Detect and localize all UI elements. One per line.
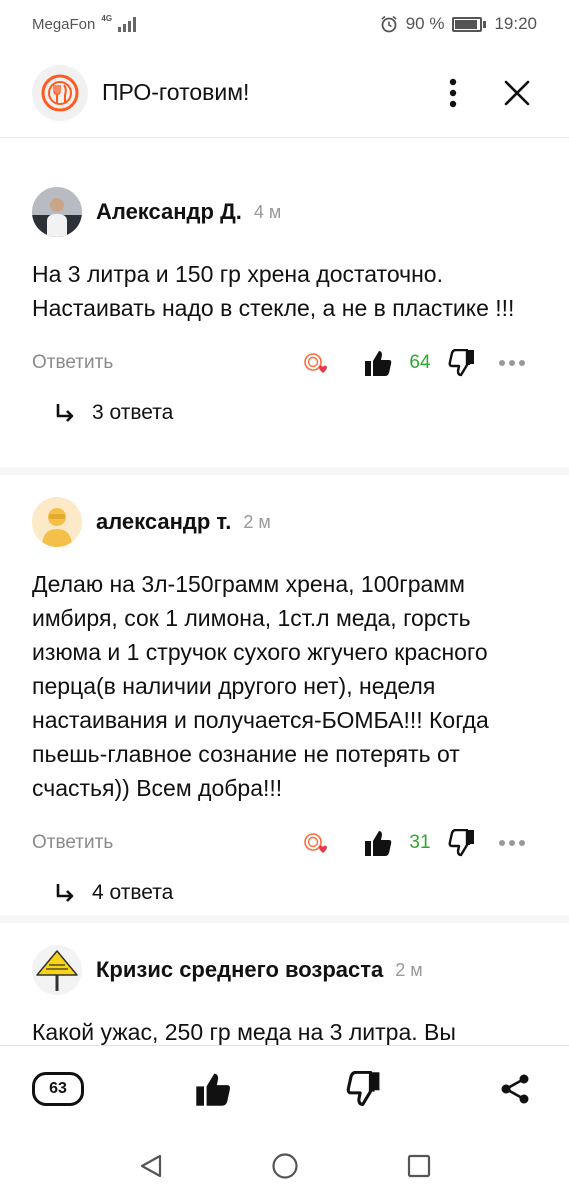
previous-comment-actions	[376, 139, 496, 145]
replies-link[interactable]: 3 ответа	[0, 393, 569, 433]
like-count: 64	[409, 352, 431, 373]
recents-icon[interactable]	[397, 1144, 441, 1188]
network-type: 4G	[101, 13, 113, 23]
more-icon[interactable]	[494, 825, 530, 861]
avatar[interactable]	[32, 187, 82, 237]
alarm-icon	[381, 15, 397, 33]
comments-feed[interactable]: Александр Д. 4 м На 3 литра и 150 гр хре…	[0, 139, 569, 1045]
reaction-icon[interactable]	[298, 825, 334, 861]
comments-count: 63	[49, 1079, 67, 1097]
comment-item: Кризис среднего возраста 2 м Какой ужас,…	[0, 943, 569, 1045]
dislike-icon[interactable]	[342, 1067, 386, 1111]
avatar[interactable]	[32, 497, 82, 547]
carrier-name: MegaFon	[32, 15, 96, 33]
replies-count: 3 ответа	[92, 401, 174, 424]
share-icon[interactable]	[493, 1067, 537, 1111]
avatar[interactable]	[32, 945, 82, 995]
clock: 19:20	[494, 14, 537, 33]
comment-header: Кризис среднего возраста 2 м	[0, 943, 569, 997]
battery-percent: 90 %	[405, 14, 445, 33]
dislike-icon[interactable]	[444, 825, 480, 861]
comment-time: 2 м	[395, 959, 423, 980]
comment-header: александр т. 2 м	[0, 495, 569, 549]
comments-icon[interactable]: 63	[32, 1071, 84, 1106]
author-name[interactable]: александр т.	[96, 509, 231, 535]
comment-time: 2 м	[243, 511, 271, 532]
reply-arrow-icon	[56, 884, 74, 902]
status-bar: MegaFon 4G 90 % 19:20	[0, 0, 569, 48]
comment-item: Александр Д. 4 м На 3 литра и 150 гр хре…	[0, 185, 569, 433]
comment-actions: Ответить 31	[0, 823, 569, 863]
like-icon[interactable]	[360, 825, 396, 861]
replies-link[interactable]: 4 ответа	[0, 873, 569, 913]
close-icon[interactable]	[497, 73, 537, 113]
reaction-icon[interactable]	[298, 345, 334, 381]
comment-item: александр т. 2 м Делаю на 3л-150грамм хр…	[0, 495, 569, 913]
battery-icon	[452, 16, 487, 32]
menu-dots-icon[interactable]	[433, 73, 473, 113]
like-count: 31	[409, 832, 431, 853]
reply-button[interactable]: Ответить	[32, 832, 292, 854]
bottom-action-bar: 63	[0, 1045, 569, 1131]
divider	[0, 467, 569, 475]
reply-button[interactable]: Ответить	[32, 352, 292, 374]
comment-text: Делаю на 3л-150грамм хрена, 100грамм имб…	[32, 571, 489, 801]
status-left: MegaFon 4G	[32, 13, 137, 33]
more-icon[interactable]	[494, 345, 530, 381]
comment-header: Александр Д. 4 м	[0, 185, 569, 239]
comment-text: На 3 литра и 150 гр хрена достаточно. На…	[32, 261, 515, 321]
divider	[0, 915, 569, 923]
comment-text: Какой ужас, 250 гр меда на 3 литра. Вы	[32, 1019, 456, 1045]
logo-icon[interactable]	[32, 64, 88, 121]
system-navigation-bar	[0, 1131, 569, 1200]
home-icon[interactable]	[263, 1144, 307, 1188]
dislike-icon[interactable]	[444, 345, 480, 381]
comment-actions: Ответить 64	[0, 343, 569, 383]
signal-icon	[118, 16, 137, 32]
replies-count: 4 ответа	[92, 881, 174, 904]
comment-time: 4 м	[253, 201, 282, 222]
channel-title[interactable]: ПРО-готовим!	[102, 79, 433, 106]
app-screen: MegaFon 4G 90 % 19:20 ПРО-готовим! Алекс…	[0, 0, 569, 1200]
back-icon[interactable]	[129, 1144, 173, 1188]
app-header: ПРО-готовим!	[0, 48, 569, 138]
status-right: 90 % 19:20	[380, 14, 537, 34]
like-icon[interactable]	[360, 345, 396, 381]
like-icon[interactable]	[191, 1067, 235, 1111]
author-name[interactable]: Александр Д.	[96, 199, 242, 225]
reply-arrow-icon	[56, 404, 74, 422]
author-name[interactable]: Кризис среднего возраста	[96, 957, 383, 983]
